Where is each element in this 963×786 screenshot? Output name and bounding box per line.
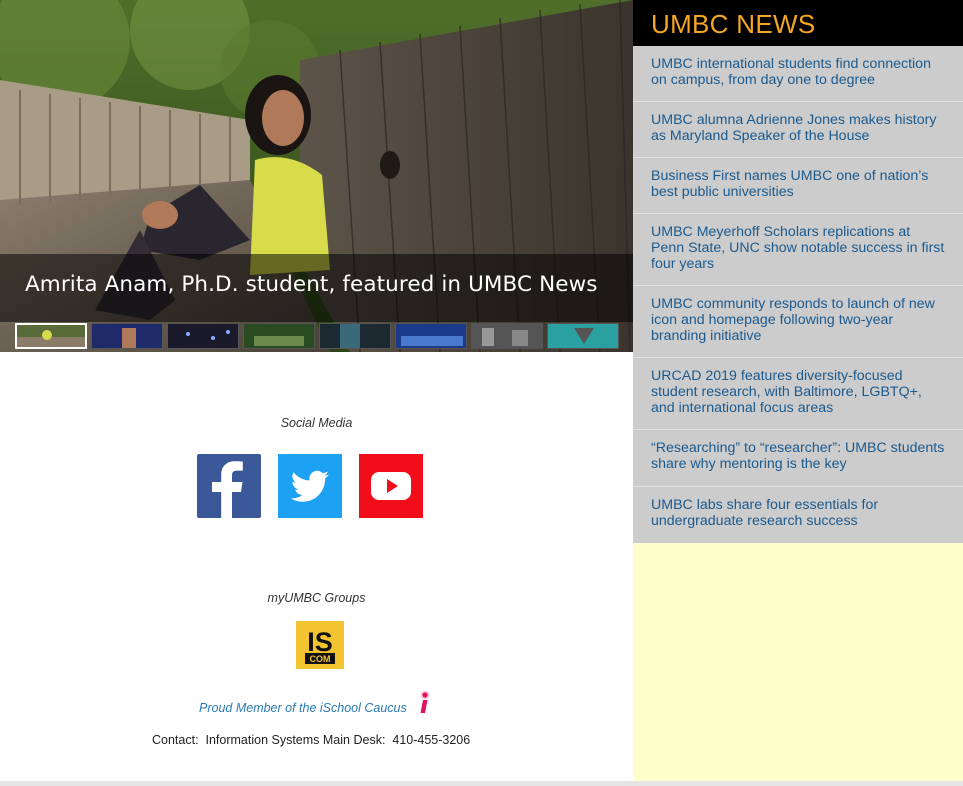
page-bottom-divider [0,781,963,786]
iscom-logo-bottom: COM [310,654,331,664]
slide-caption[interactable]: Amrita Anam, Ph.D. student, featured in … [25,272,598,297]
iscom-logo-top: IS [307,627,333,657]
news-title: UMBC NEWS [651,9,816,39]
thumbnail-2[interactable] [91,323,163,349]
social-icons [197,454,423,518]
ischool-caucus-link[interactable]: Proud Member of the iSchool Caucus [199,701,407,715]
thumbnail-6[interactable] [395,323,467,349]
thumbnail-1[interactable] [15,323,87,349]
news-item[interactable]: UMBC Meyerhoff Scholars replications at … [633,214,963,286]
news-item[interactable]: “Researching” to “researcher”: UMBC stud… [633,430,963,487]
news-item[interactable]: UMBC alumna Adrienne Jones makes history… [633,102,963,158]
thumbnail-4[interactable] [243,323,315,349]
thumbnail-5[interactable] [319,323,391,349]
news-header: UMBC NEWS [633,0,963,46]
news-item[interactable]: URCAD 2019 features diversity-focused st… [633,358,963,430]
news-item[interactable]: UMBC community responds to launch of new… [633,286,963,358]
twitter-icon[interactable] [278,454,342,518]
thumbnail-7[interactable] [471,323,543,349]
iscom-logo[interactable]: IS COM [296,621,344,669]
news-item[interactable]: UMBC international students find connect… [633,46,963,102]
ischool-logo-icon[interactable] [416,690,434,714]
youtube-icon[interactable] [359,454,423,518]
thumbnail-strip [15,323,619,349]
thumbnail-8[interactable] [547,323,619,349]
news-item[interactable]: UMBC labs share four essentials for unde… [633,487,963,543]
news-item[interactable]: Business First names UMBC one of nation’… [633,158,963,214]
contact-info: Contact: Information Systems Main Desk: … [152,733,471,747]
news-sidebar: UMBC NEWS UMBC international students fi… [633,0,963,786]
news-list: UMBC international students find connect… [633,46,963,543]
hero-slideshow[interactable]: Amrita Anam, Ph.D. student, featured in … [0,0,633,352]
social-media-label: Social Media [280,416,353,430]
thumbnail-3[interactable] [167,323,239,349]
myumbc-groups-label: myUMBC Groups [267,591,366,605]
facebook-icon[interactable] [197,454,261,518]
